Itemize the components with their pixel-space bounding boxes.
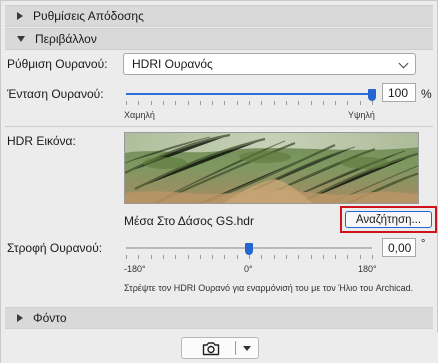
slider-tick — [212, 255, 213, 259]
slider-tick — [360, 101, 361, 105]
slider-tick — [151, 255, 152, 259]
browse-button[interactable]: Αναζήτηση... — [345, 211, 432, 228]
sky-rotation-value: 0,00 — [388, 240, 412, 255]
sky-rotation-input[interactable]: 0,00 — [382, 238, 416, 257]
slider-tick — [323, 255, 324, 259]
slider-tick — [372, 101, 373, 105]
slider-tick — [200, 255, 201, 259]
slider-tick — [261, 101, 262, 105]
slider-tick — [274, 255, 275, 259]
slider-tick — [261, 255, 262, 259]
sky-rotation-min-label: -180° — [124, 264, 146, 274]
hdr-image-label: HDR Εικόνα: — [7, 134, 76, 148]
hdr-image-preview — [124, 132, 419, 204]
slider-tick — [138, 101, 139, 105]
section-background-label: Φόντο — [33, 311, 67, 325]
sky-intensity-ticks — [126, 101, 373, 105]
sky-intensity-max-label: Υψηλή — [348, 110, 375, 120]
slider-tick — [163, 101, 164, 105]
sky-intensity-slider[interactable] — [126, 89, 376, 101]
slider-tick — [200, 101, 201, 105]
section-environment-label: Περιβάλλον — [35, 32, 97, 46]
sky-intensity-value: 100 — [388, 85, 409, 100]
slider-tick — [138, 255, 139, 259]
slider-tick — [249, 255, 250, 259]
slider-tick — [224, 255, 225, 259]
slider-tick — [163, 255, 164, 259]
sky-setting-select[interactable]: HDRI Ουρανός — [123, 53, 416, 75]
slider-tick — [274, 101, 275, 105]
slider-tick — [335, 101, 336, 105]
slider-tick — [188, 101, 189, 105]
slider-tick — [126, 101, 127, 105]
slider-tick — [175, 101, 176, 105]
slider-tick — [224, 101, 225, 105]
slider-tick — [237, 255, 238, 259]
slider-tick — [237, 101, 238, 105]
slider-tick — [249, 101, 250, 105]
slider-tick — [188, 255, 189, 259]
sky-rotation-label: Στροφή Ουρανού: — [7, 241, 103, 255]
sky-intensity-label: Ένταση Ουρανού: — [7, 87, 104, 101]
dropdown-arrow-icon[interactable] — [243, 346, 251, 351]
slider-tick — [347, 101, 348, 105]
expand-triangle-icon — [17, 314, 23, 322]
sky-intensity-thumb[interactable] — [368, 89, 376, 101]
footer-bar — [1, 332, 438, 363]
sky-rotation-slider[interactable] — [126, 243, 372, 255]
sky-intensity-input[interactable]: 100 — [382, 83, 416, 102]
panel: Ρυθμίσεις Απόδοσης Περιβάλλον Ρύθμιση Ου… — [0, 0, 438, 363]
slider-tick — [335, 255, 336, 259]
forest-panorama-image — [125, 133, 418, 203]
slider-tick — [175, 255, 176, 259]
slider-tick — [347, 255, 348, 259]
sky-rotation-max-label: 180° — [358, 264, 377, 274]
sky-rotation-ticks — [126, 255, 373, 259]
hdr-filename: Μέσα Στο Δάσος GS.hdr — [124, 214, 254, 228]
button-divider — [235, 341, 236, 355]
browse-highlight: Αναζήτηση... — [340, 206, 437, 233]
camera-icon[interactable] — [202, 341, 220, 356]
section-render-settings-label: Ρυθμίσεις Απόδοσης — [33, 9, 144, 23]
slider-tick — [126, 255, 127, 259]
sky-intensity-unit: % — [421, 87, 432, 101]
slider-tick — [323, 101, 324, 105]
hint-text: Στρέψτε τον HDRI Ουρανό για εναρμόνισή τ… — [124, 283, 414, 293]
slider-tick — [311, 101, 312, 105]
slider-tick — [286, 255, 287, 259]
sky-intensity-min-label: Χαμηλή — [124, 110, 155, 120]
slider-tick — [298, 101, 299, 105]
divider — [5, 126, 433, 127]
slider-tick — [372, 255, 373, 259]
chevron-down-icon — [398, 58, 409, 69]
slider-tick — [212, 101, 213, 105]
sky-rotation-unit: ° — [421, 238, 426, 250]
section-environment[interactable]: Περιβάλλον — [5, 28, 433, 50]
sky-rotation-thumb[interactable] — [245, 243, 253, 255]
slider-tick — [298, 255, 299, 259]
section-background[interactable]: Φόντο — [5, 307, 433, 329]
slider-tick — [286, 101, 287, 105]
sky-intensity-fill — [126, 93, 372, 95]
section-render-settings[interactable]: Ρυθμίσεις Απόδοσης — [5, 5, 433, 27]
slider-tick — [360, 255, 361, 259]
collapse-triangle-icon — [17, 36, 25, 42]
sky-rotation-mid-label: 0° — [244, 264, 253, 274]
expand-triangle-icon — [17, 12, 23, 20]
slider-tick — [151, 101, 152, 105]
sky-setting-label: Ρύθμιση Ουρανού: — [7, 57, 108, 71]
sky-setting-value: HDRI Ουρανός — [132, 57, 213, 71]
slider-tick — [311, 255, 312, 259]
camera-split-button[interactable] — [181, 337, 259, 359]
